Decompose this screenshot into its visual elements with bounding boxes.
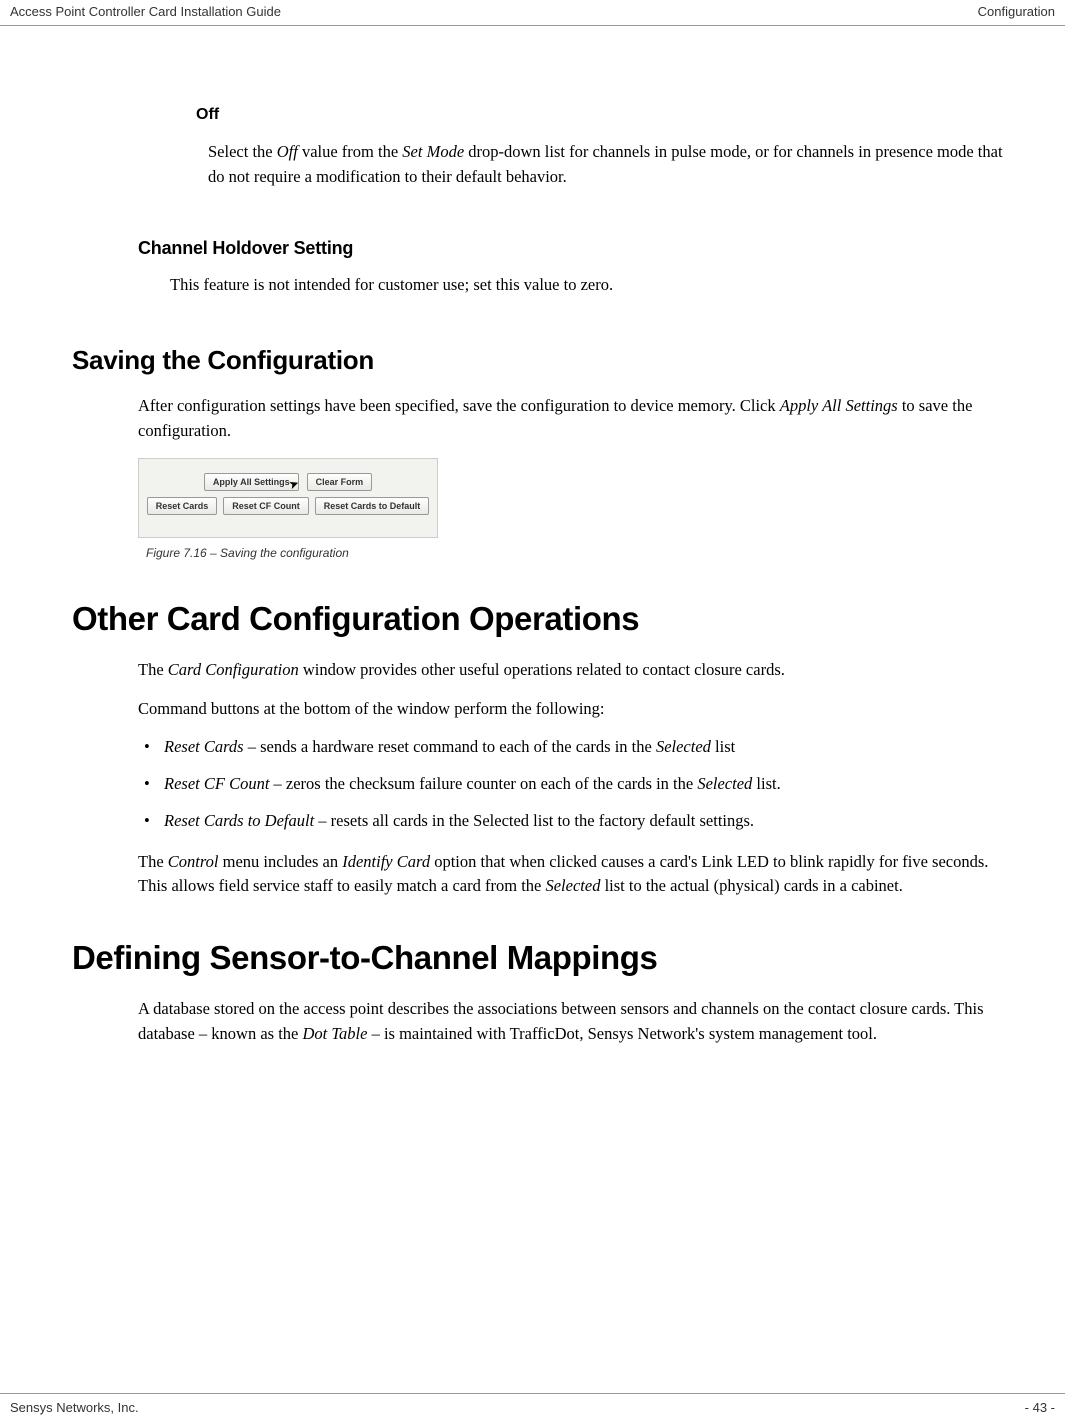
- text: After configuration settings have been s…: [138, 396, 780, 415]
- page-header: Access Point Controller Card Installatio…: [0, 0, 1065, 26]
- text-em: Selected: [545, 876, 600, 895]
- text: – resets all cards in the Selected list …: [314, 811, 754, 830]
- text: list: [711, 737, 735, 756]
- text-em: Reset CF Count: [164, 774, 269, 793]
- list-item: Reset Cards – sends a hardware reset com…: [138, 735, 1007, 760]
- text: window provides other useful operations …: [299, 660, 785, 679]
- other-ops-p3: The Control menu includes an Identify Ca…: [138, 850, 1007, 900]
- heading-defining-mappings: Defining Sensor-to-Channel Mappings: [72, 939, 1017, 977]
- apply-all-settings-button[interactable]: Apply All Settings: [204, 473, 299, 491]
- header-right: Configuration: [978, 4, 1055, 19]
- text: value from the: [298, 142, 402, 161]
- page-content: Off Select the Off value from the Set Mo…: [0, 26, 1065, 1047]
- text-em: Selected: [656, 737, 711, 756]
- list-item: Reset Cards to Default – resets all card…: [138, 809, 1007, 834]
- text: – sends a hardware reset command to each…: [244, 737, 656, 756]
- text: The: [138, 660, 168, 679]
- header-left: Access Point Controller Card Installatio…: [10, 4, 281, 19]
- other-ops-list: Reset Cards – sends a hardware reset com…: [138, 735, 1007, 833]
- other-ops-p1: The Card Configuration window provides o…: [138, 658, 1007, 683]
- heading-off: Off: [196, 106, 1017, 124]
- heading-other-ops: Other Card Configuration Operations: [72, 600, 1017, 638]
- text-em: Control: [168, 852, 219, 871]
- footer-left: Sensys Networks, Inc.: [10, 1400, 139, 1415]
- footer-right: - 43 -: [1025, 1400, 1055, 1415]
- text-em: Dot Table: [303, 1024, 368, 1043]
- text: list to the actual (physical) cards in a…: [600, 876, 902, 895]
- text-em: Set Mode: [402, 142, 464, 161]
- heading-saving-config: Saving the Configuration: [72, 345, 1017, 376]
- text-em: Reset Cards: [164, 737, 244, 756]
- clear-form-button[interactable]: Clear Form: [307, 473, 373, 491]
- text: list.: [752, 774, 780, 793]
- text: Select the: [208, 142, 277, 161]
- text: menu includes an: [219, 852, 343, 871]
- text: – zeros the checksum failure counter on …: [269, 774, 697, 793]
- off-paragraph: Select the Off value from the Set Mode d…: [208, 140, 1007, 190]
- button-row-2: Reset Cards Reset CF Count Reset Cards t…: [139, 491, 437, 515]
- text-em: Identify Card: [342, 852, 430, 871]
- saving-paragraph: After configuration settings have been s…: [138, 394, 1007, 444]
- list-item: Reset CF Count – zeros the checksum fail…: [138, 772, 1007, 797]
- text-em: Selected: [697, 774, 752, 793]
- text-em: Off: [277, 142, 298, 161]
- text-em: Reset Cards to Default: [164, 811, 314, 830]
- page-footer: Sensys Networks, Inc. - 43 -: [0, 1393, 1065, 1421]
- defining-paragraph: A database stored on the access point de…: [138, 997, 1007, 1047]
- channel-holdover-paragraph: This feature is not intended for custome…: [170, 273, 1007, 298]
- heading-channel-holdover: Channel Holdover Setting: [138, 238, 1017, 259]
- text: The: [138, 852, 168, 871]
- reset-cards-default-button[interactable]: Reset Cards to Default: [315, 497, 430, 515]
- reset-cards-button[interactable]: Reset Cards: [147, 497, 218, 515]
- figure-screenshot: Apply All Settings Clear Form Reset Card…: [138, 458, 438, 538]
- text-em: Apply All Settings: [780, 396, 898, 415]
- figure-saving-config: Apply All Settings Clear Form Reset Card…: [138, 458, 1017, 560]
- reset-cf-count-button[interactable]: Reset CF Count: [223, 497, 309, 515]
- button-row-1: Apply All Settings Clear Form: [139, 459, 437, 491]
- text: – is maintained with TrafficDot, Sensys …: [367, 1024, 877, 1043]
- figure-caption: Figure 7.16 – Saving the configuration: [146, 546, 1017, 560]
- text-em: Card Configuration: [168, 660, 299, 679]
- other-ops-p2: Command buttons at the bottom of the win…: [138, 697, 1007, 722]
